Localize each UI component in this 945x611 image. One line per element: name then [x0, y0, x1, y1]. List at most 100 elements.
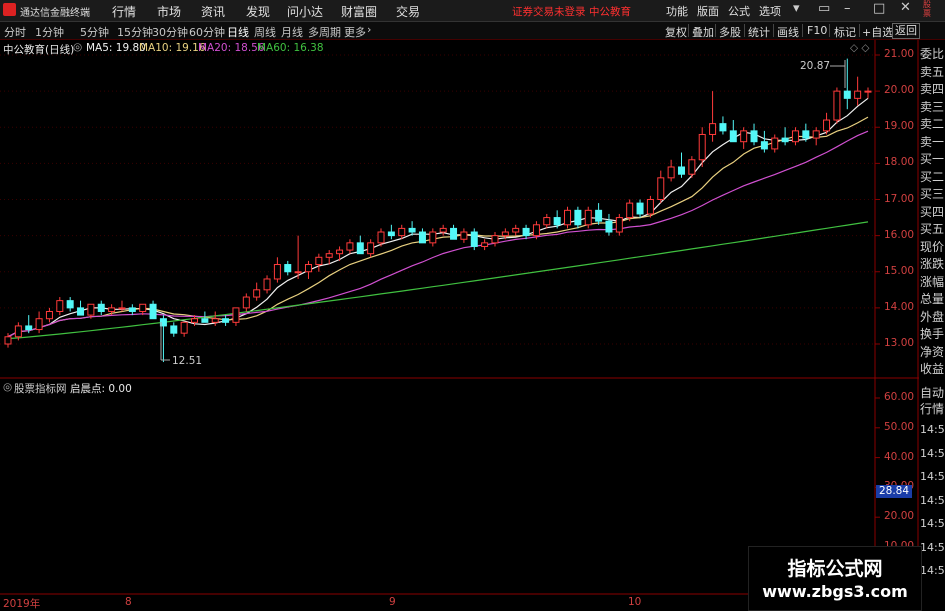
candle-body — [729, 130, 737, 143]
sub-settings-icon[interactable]: ◎ — [3, 381, 12, 393]
candle-body — [222, 318, 230, 323]
btn-overlay[interactable]: 叠加 — [692, 24, 714, 40]
price-tick-label: 19.00 — [884, 120, 915, 133]
high-price-label: 20.87 — [800, 60, 831, 72]
side-label: 卖四 — [920, 82, 945, 96]
candle-body — [802, 130, 810, 139]
btn-draw[interactable]: 画线 — [777, 24, 799, 40]
btn-add-watchlist[interactable]: +自选 — [862, 24, 893, 40]
menu-quotes[interactable]: 行情 — [112, 3, 136, 20]
price-tick-label: 17.00 — [884, 192, 915, 205]
auto-label[interactable]: 自动 — [920, 386, 945, 400]
btn-back[interactable]: 返回 — [892, 23, 920, 39]
side-label: 收益 — [920, 362, 945, 376]
side-label: 买二 — [920, 169, 945, 184]
menu-market[interactable]: 市场 — [157, 3, 181, 20]
close-icon[interactable]: ✕ — [900, 0, 911, 15]
candle-body — [180, 321, 188, 334]
menu-fortune[interactable]: 财富圈 — [341, 3, 377, 20]
period-monthly[interactable]: 月线 — [281, 24, 303, 40]
period-15min[interactable]: 15分钟 — [117, 24, 153, 40]
watermark: 指标公式网 www.zbgs3.com — [748, 546, 922, 611]
btn-stats[interactable]: 统计 — [748, 24, 770, 40]
candle-body — [719, 123, 727, 132]
candle-body — [149, 303, 157, 320]
candle-body — [325, 253, 333, 258]
restore-icon[interactable]: ▭ — [818, 1, 830, 16]
candle-body — [854, 90, 862, 99]
maximize-icon[interactable]: □ — [873, 1, 885, 16]
candle-body — [284, 264, 292, 273]
period-1min[interactable]: 1分钟 — [35, 24, 64, 40]
candle-body — [346, 242, 354, 251]
quote-label[interactable]: 行情 — [920, 402, 945, 416]
btn-f10[interactable]: F10 — [807, 24, 827, 37]
period-multi[interactable]: 多周期 — [308, 24, 341, 40]
dropdown-icon[interactable]: ▾ — [793, 1, 800, 16]
tick-time: 14:50 — [920, 540, 945, 554]
candle-body — [139, 303, 147, 312]
btn-rights[interactable]: 复权 — [665, 24, 687, 40]
candle-body — [439, 227, 447, 233]
price-tick-label: 14.00 — [884, 300, 915, 313]
candle-body — [367, 242, 375, 255]
menu-formula[interactable]: 公式 — [728, 3, 750, 19]
btn-mark[interactable]: 标记 — [834, 24, 856, 40]
minimize-icon[interactable]: – — [844, 1, 851, 16]
period-more[interactable]: 更多 — [344, 24, 366, 40]
period-30min[interactable]: 30分钟 — [152, 24, 188, 40]
kline-chart[interactable] — [0, 40, 945, 609]
menu-trade[interactable]: 交易 — [396, 3, 420, 20]
menu-layout[interactable]: 版面 — [697, 3, 719, 19]
candle-body — [584, 209, 592, 226]
menu-news[interactable]: 资讯 — [201, 3, 225, 20]
side-label: 买四 — [920, 204, 945, 219]
candle-body — [522, 227, 530, 237]
menu-options[interactable]: 选项 — [759, 3, 781, 19]
candle-body — [595, 209, 603, 222]
candle-body — [491, 235, 499, 244]
candle-body — [56, 300, 64, 312]
app-title: 通达信金融终端 — [20, 8, 90, 19]
date-oct: 10 — [628, 596, 642, 608]
candle-body — [387, 231, 395, 237]
low-price-label: 12.51 — [172, 355, 203, 367]
tick-time: 14:50 — [920, 446, 945, 460]
period-daily[interactable]: 日线 — [227, 24, 249, 40]
period-timeshare[interactable]: 分时 — [4, 24, 26, 40]
indicator-tick-label: 20.00 — [884, 510, 915, 523]
candle-body — [470, 231, 478, 247]
candle-body — [273, 264, 281, 280]
menu-function[interactable]: 功能 — [666, 3, 688, 19]
candle-body — [709, 123, 717, 135]
btn-multi-stock[interactable]: 多股 — [719, 24, 741, 40]
period-weekly[interactable]: 周线 — [254, 24, 276, 40]
candle-body — [97, 303, 105, 312]
menu-xiaoda[interactable]: 问小达 — [287, 3, 323, 20]
indicator-site-name: 股票指标网 — [14, 383, 67, 395]
period-60min[interactable]: 60分钟 — [189, 24, 225, 40]
candle-body — [77, 307, 85, 316]
candle-body — [512, 227, 520, 233]
candle-body — [128, 307, 136, 312]
candle-body — [398, 227, 406, 237]
side-label: 现价 — [920, 239, 945, 254]
price-tick-label: 15.00 — [884, 264, 915, 277]
candle-body — [657, 177, 665, 200]
login-status[interactable]: 证券交易未登录 — [512, 4, 586, 19]
candle-body — [698, 133, 706, 161]
price-tick-label: 21.00 — [884, 48, 915, 60]
candle-body — [294, 271, 302, 274]
indicator-value: 启晨点: 0.00 — [70, 383, 132, 395]
chevron-right-icon[interactable]: › — [367, 23, 371, 36]
tick-time: 14:50 — [920, 564, 945, 577]
indicator-tick-label: 60.00 — [884, 391, 915, 403]
menu-discover[interactable]: 发现 — [246, 3, 270, 20]
candle-body — [429, 231, 437, 244]
candle-body — [35, 318, 43, 331]
candle-body — [14, 325, 22, 338]
period-5min[interactable]: 5分钟 — [80, 24, 109, 40]
tick-time: 14:50 — [920, 423, 945, 436]
candle-body — [833, 90, 841, 121]
candle-body — [791, 130, 799, 143]
